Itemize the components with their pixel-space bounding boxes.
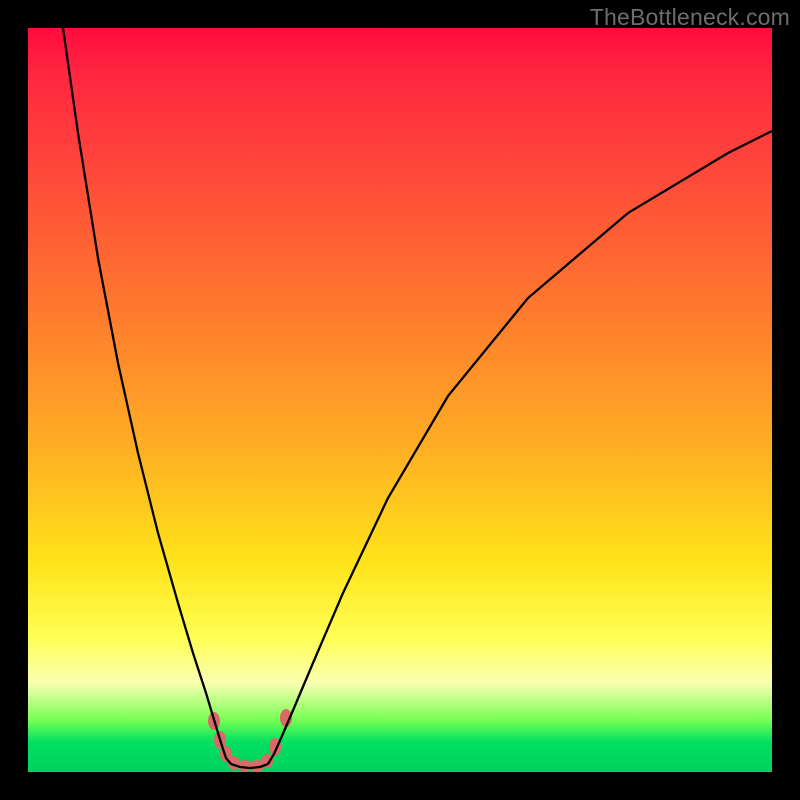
curve-left-branch (63, 28, 231, 764)
curve-right-branch (268, 131, 772, 764)
watermark-text: TheBottleneck.com (590, 4, 790, 31)
chart-plot-area (28, 28, 772, 772)
bottleneck-curve-svg (28, 28, 772, 772)
